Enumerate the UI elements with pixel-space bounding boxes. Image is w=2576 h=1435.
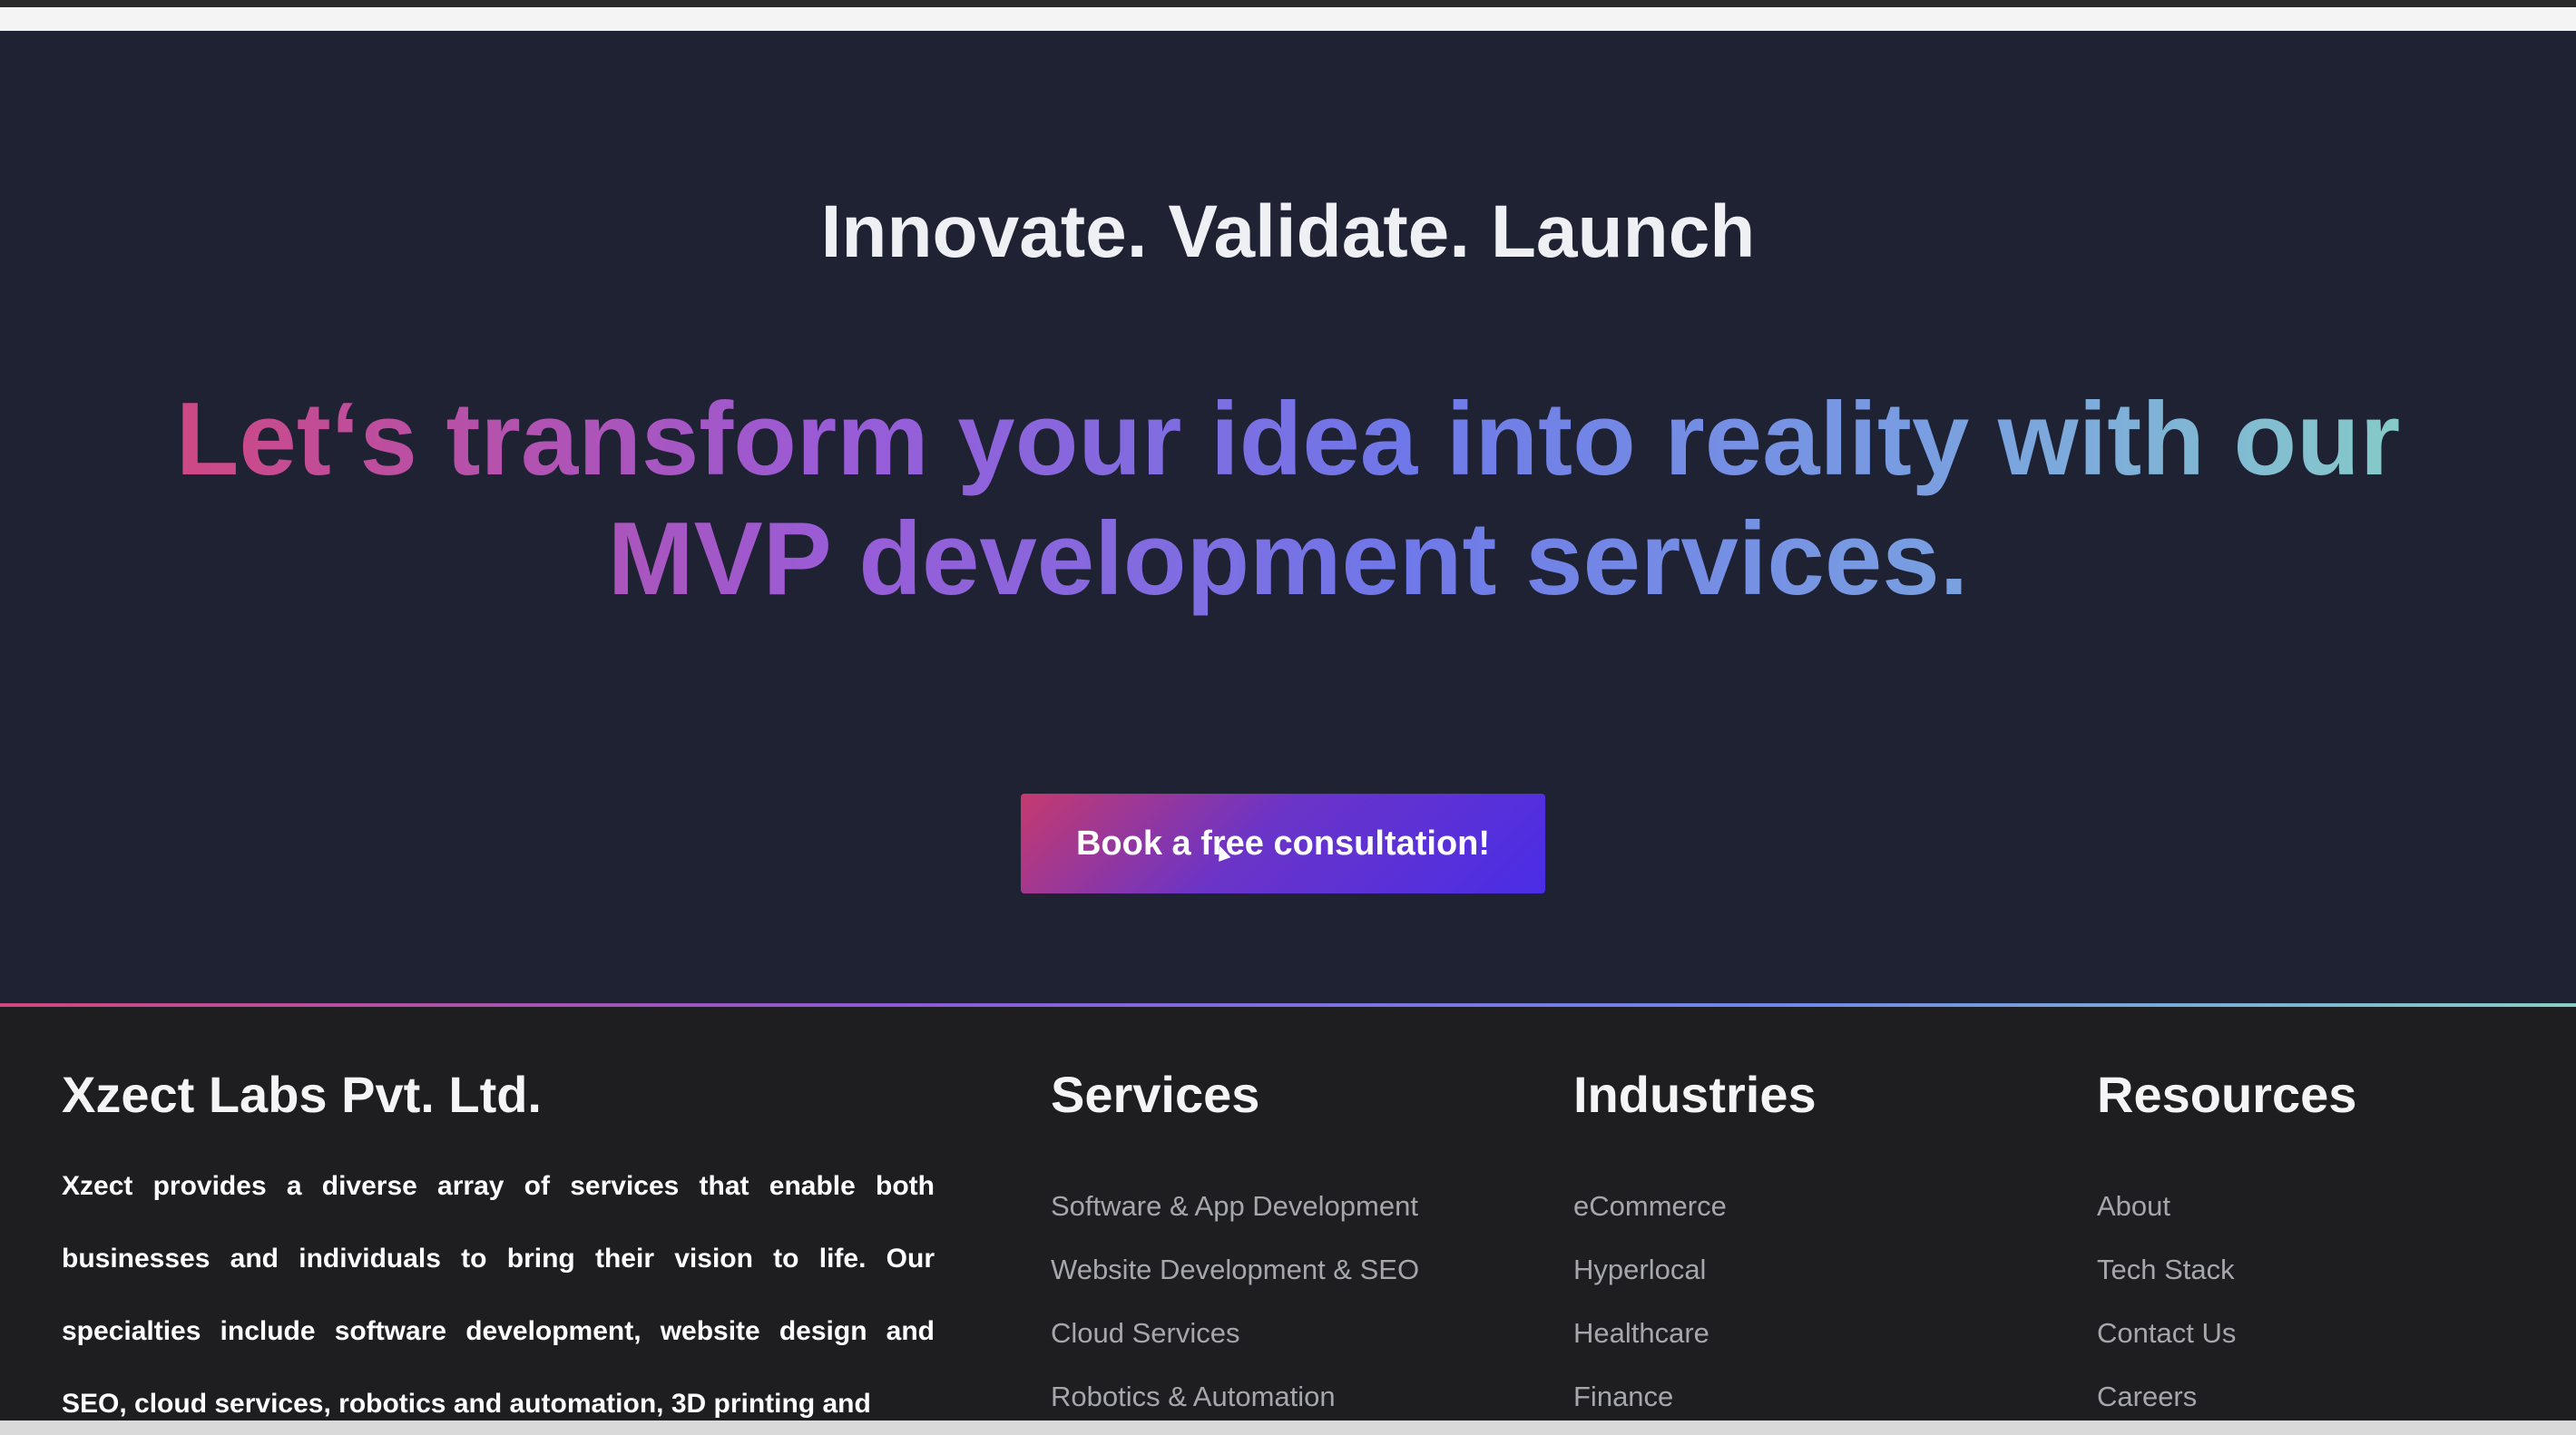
bottom-status-strip	[0, 1420, 2576, 1435]
resources-column: Resources About Tech Stack Contact Us Ca…	[2097, 1065, 2357, 1412]
industries-list: eCommerce Hyperlocal Healthcare Finance	[1573, 1188, 2081, 1420]
industries-heading: Industries	[1573, 1066, 1817, 1123]
services-heading: Services	[1051, 1066, 1260, 1123]
footer-link-contact-us[interactable]: Contact Us	[2097, 1315, 2576, 1379]
footer-link-ecommerce[interactable]: eCommerce	[1573, 1188, 2081, 1252]
services-list: Software & App Development Website Devel…	[1051, 1188, 1559, 1420]
browser-top-bar	[0, 0, 2576, 31]
footer-link-healthcare[interactable]: Healthcare	[1573, 1315, 2081, 1379]
footer-link-website-development-seo[interactable]: Website Development & SEO	[1051, 1252, 1559, 1315]
book-consultation-button[interactable]: Book a free consultation!	[1021, 794, 1545, 893]
industries-column: Industries eCommerce Hyperlocal Healthca…	[1573, 1065, 1817, 1412]
site-footer: Xzect Labs Pvt. Ltd. Xzect provides a di…	[0, 1007, 2576, 1420]
services-column: Services Software & App Development Webs…	[1051, 1065, 1419, 1412]
resources-list: About Tech Stack Contact Us Careers	[2097, 1188, 2576, 1420]
company-description: Xzect provides a diverse array of servic…	[62, 1171, 935, 1419]
footer-link-careers[interactable]: Careers	[2097, 1379, 2576, 1420]
footer-link-about[interactable]: About	[2097, 1188, 2576, 1252]
resources-heading: Resources	[2097, 1066, 2357, 1123]
hero-section: Innovate. Validate. Launch Let‘s transfo…	[0, 31, 2576, 1004]
company-name: Xzect Labs Pvt. Ltd.	[62, 1066, 542, 1123]
footer-link-tech-stack[interactable]: Tech Stack	[2097, 1252, 2576, 1315]
footer-link-finance[interactable]: Finance	[1573, 1379, 2081, 1420]
footer-link-cloud-services[interactable]: Cloud Services	[1051, 1315, 1559, 1379]
hero-tagline: Innovate. Validate. Launch	[820, 190, 1756, 273]
footer-link-robotics-automation[interactable]: Robotics & Automation	[1051, 1379, 1559, 1420]
footer-link-hyperlocal[interactable]: Hyperlocal	[1573, 1252, 2081, 1315]
hero-headline: Let‘s transform your idea into reality w…	[127, 380, 2449, 620]
top-edge-line	[0, 0, 2576, 7]
footer-link-software-app-development[interactable]: Software & App Development	[1051, 1188, 1559, 1252]
